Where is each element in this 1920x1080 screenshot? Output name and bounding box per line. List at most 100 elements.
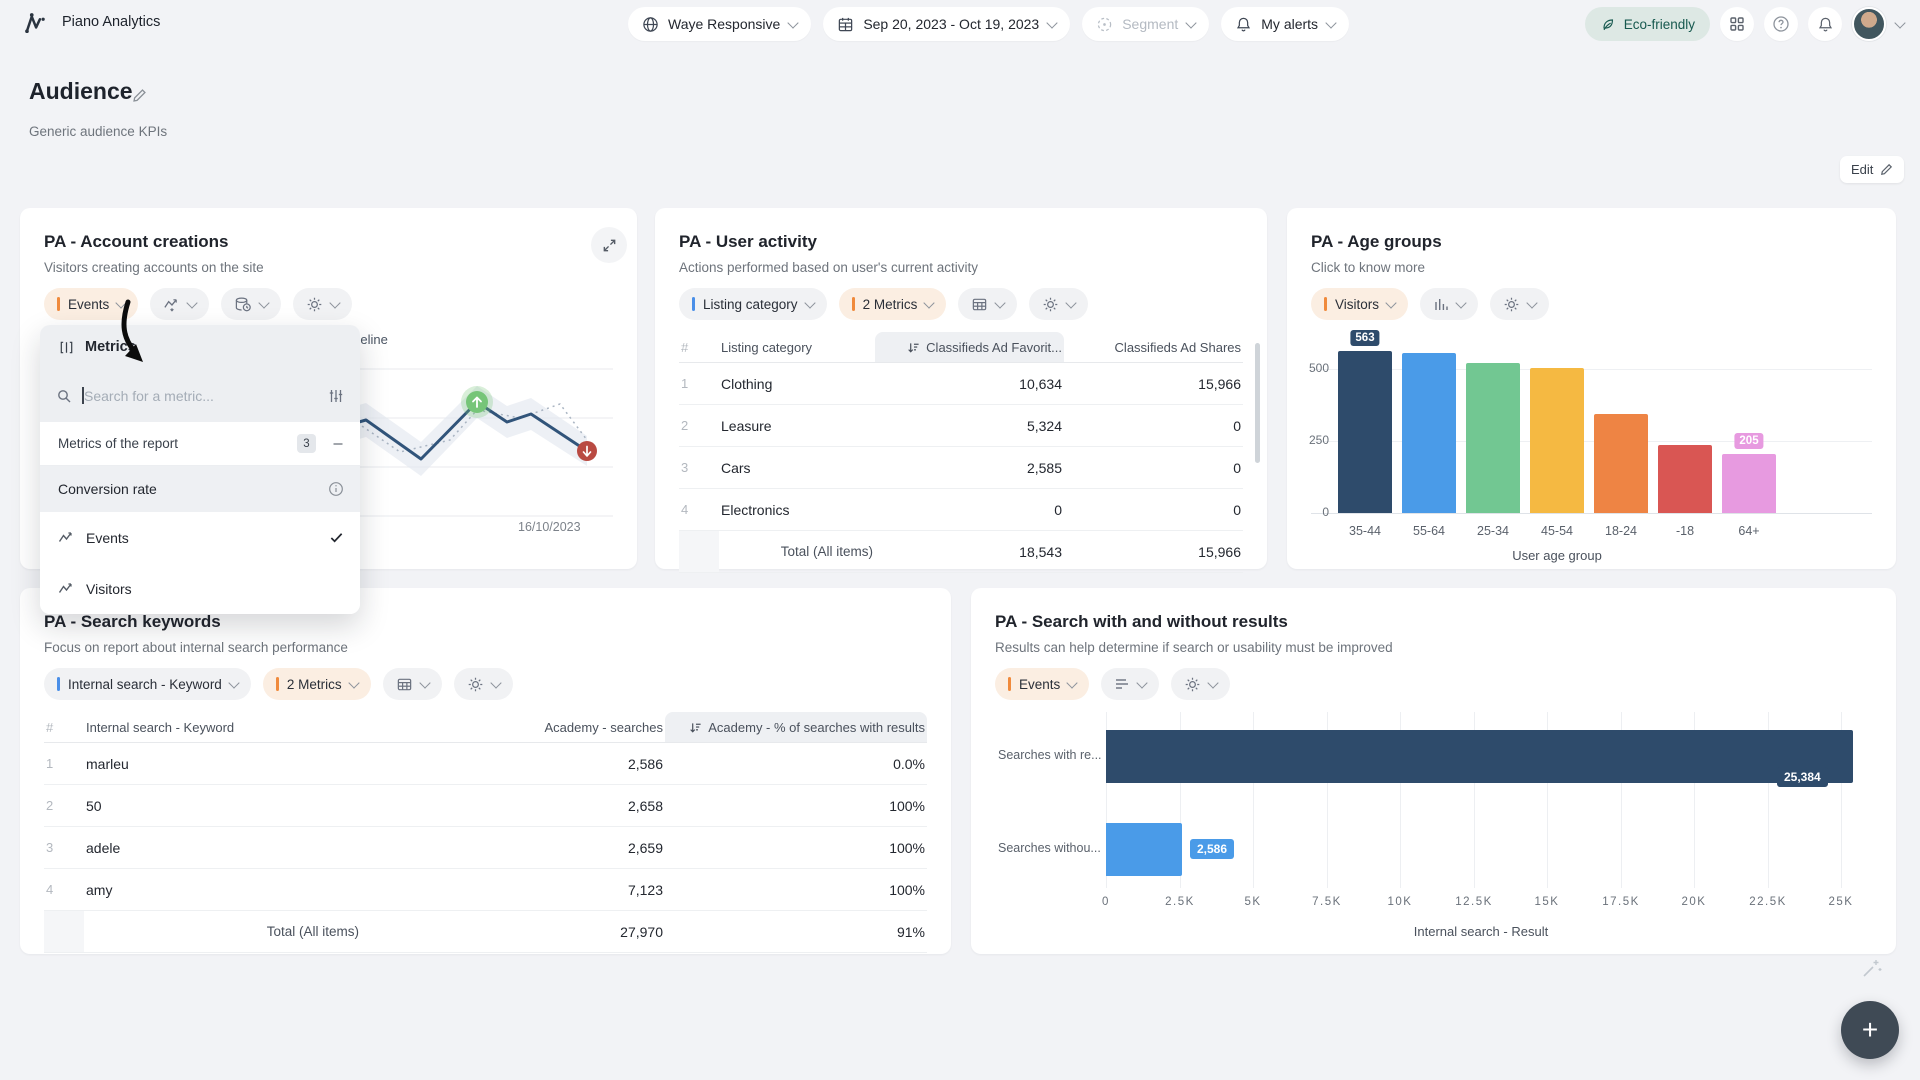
column-header-sorted[interactable]: Academy - % of searches with results (665, 712, 927, 742)
conversion-rate-group[interactable]: Conversion rate (40, 466, 360, 512)
check-icon (329, 530, 344, 545)
row-value: 100% (665, 798, 927, 814)
table-row[interactable]: 1 Clothing 10,634 15,966 (679, 363, 1243, 405)
total-label: Total (All items) (719, 544, 875, 559)
widget-settings-pill[interactable] (454, 668, 513, 700)
user-avatar[interactable] (1852, 7, 1886, 41)
metric-option-visitors[interactable]: Visitors (40, 563, 360, 614)
edit-dashboard-button[interactable]: Edit (1840, 156, 1904, 183)
metrics-selector-pill[interactable]: 2 Metrics (263, 668, 371, 700)
dimension-selector-pill[interactable]: Internal search - Keyword (44, 668, 251, 700)
column-header[interactable]: Academy - searches (361, 720, 665, 735)
x-tick-label: -18 (1658, 524, 1712, 538)
filter-sliders-icon[interactable] (328, 388, 344, 404)
vertical-scrollbar[interactable] (1255, 343, 1260, 463)
card-age-groups[interactable]: PA - Age groups Click to know more Visit… (1287, 208, 1896, 569)
bar-18-24[interactable] (1594, 414, 1648, 513)
metric-search-input[interactable] (82, 387, 318, 405)
site-selector[interactable]: Waye Responsive (628, 7, 811, 41)
chevron-down-icon (490, 677, 501, 688)
rename-dashboard-button[interactable] (127, 83, 151, 107)
bar-64+[interactable] (1722, 454, 1776, 513)
database-clock-icon (234, 296, 252, 313)
bar-35-44[interactable] (1338, 351, 1392, 513)
bar-value-chip: 2,586 (1190, 839, 1234, 859)
metric-selector-pill[interactable]: Events (995, 668, 1089, 700)
column-header-rank[interactable]: # (679, 340, 719, 355)
table-row[interactable]: 1 marleu 2,586 0.0% (44, 743, 927, 785)
row-value: 10,634 (875, 376, 1064, 392)
widget-settings-pill[interactable] (1029, 288, 1088, 320)
card-subtitle: Click to know more (1311, 260, 1425, 275)
widget-settings-pill[interactable] (1171, 668, 1230, 700)
table-row[interactable]: 4 amy 7,123 100% (44, 869, 927, 911)
chevron-down-icon (924, 297, 935, 308)
row-rank: 1 (679, 376, 719, 391)
eco-friendly-badge[interactable]: Eco-friendly (1585, 7, 1710, 41)
table-row[interactable]: 4 Electronics 0 0 (679, 489, 1243, 531)
metrics-dropdown: Metrics Metrics of the report 3 Conversi… (40, 325, 360, 614)
row-rank: 3 (44, 840, 84, 855)
site-selector-label: Waye Responsive (668, 16, 780, 32)
metric-search[interactable] (40, 369, 360, 422)
segment-selector[interactable]: Segment (1082, 7, 1209, 41)
display-type-pill[interactable] (383, 668, 442, 700)
my-alerts-label: My alerts (1261, 16, 1318, 32)
chart-type-pill[interactable] (150, 288, 209, 320)
help-button[interactable] (1764, 7, 1798, 41)
metric-color-bar (1324, 297, 1327, 311)
chevron-down-icon (1325, 17, 1336, 28)
date-range-picker[interactable]: Sep 20, 2023 - Oct 19, 2023 (823, 7, 1070, 41)
chevron-down-icon (995, 297, 1006, 308)
column-header[interactable]: Classifieds Ad Shares (1064, 340, 1243, 355)
target-icon (1096, 16, 1113, 33)
add-widget-fab[interactable]: + (1841, 1001, 1899, 1059)
x-tick-label: 45-54 (1530, 524, 1584, 538)
row-value: 5,324 (875, 418, 1064, 434)
widget-settings-pill[interactable] (1490, 288, 1549, 320)
chevron-down-icon (1385, 297, 1396, 308)
chevron-down-icon[interactable] (1894, 17, 1905, 28)
display-type-pill[interactable] (958, 288, 1017, 320)
magic-wand-icon[interactable] (1858, 956, 1884, 982)
row-dimension: Leasure (719, 418, 875, 434)
chart-type-pill[interactable] (1101, 668, 1159, 700)
apps-grid-button[interactable] (1720, 7, 1754, 41)
table-row[interactable]: 2 Leasure 5,324 0 (679, 405, 1243, 447)
card-user-activity: PA - User activity Actions performed bas… (655, 208, 1267, 569)
bar-25-34[interactable] (1466, 363, 1520, 513)
age-bar-col: 563 (1338, 348, 1392, 513)
metric-color-bar (852, 297, 855, 311)
bar-55-64[interactable] (1402, 353, 1456, 513)
row-value: 15,966 (1064, 376, 1243, 392)
notifications-button[interactable] (1808, 7, 1842, 41)
table-row[interactable]: 2 50 2,658 100% (44, 785, 927, 827)
my-alerts[interactable]: My alerts (1221, 7, 1349, 41)
column-header-dimension[interactable]: Internal search - Keyword (84, 720, 361, 735)
widget-settings-pill[interactable] (293, 288, 352, 320)
bar-Searches withou...[interactable] (1106, 823, 1182, 876)
expand-widget-button[interactable] (591, 227, 627, 263)
chart-type-pill[interactable] (1420, 288, 1478, 320)
dropdown-header-area: Metrics (40, 325, 360, 422)
chevron-down-icon (330, 297, 341, 308)
metric-option-events[interactable]: Events (40, 512, 360, 563)
bar-45-54[interactable] (1530, 368, 1584, 513)
chevron-down-icon (1067, 677, 1078, 688)
y-tick-label: 250 (1299, 433, 1329, 447)
widget-toolbar: Internal search - Keyword 2 Metrics (44, 668, 513, 700)
metric-selector-pill[interactable]: Visitors (1311, 288, 1408, 320)
table-row[interactable]: 3 adele 2,659 100% (44, 827, 927, 869)
dimension-selector-pill[interactable]: Listing category (679, 288, 827, 320)
metrics-selector-pill[interactable]: 2 Metrics (839, 288, 947, 320)
table-row[interactable]: 3 Cars 2,585 0 (679, 447, 1243, 489)
bar--18[interactable] (1658, 445, 1712, 513)
bar-Searches with re...[interactable] (1106, 730, 1853, 783)
metrics-of-report-section[interactable]: Metrics of the report 3 (40, 422, 360, 466)
column-header-dimension[interactable]: Listing category (719, 340, 875, 355)
column-header-sorted[interactable]: Classifieds Ad Favorit... (875, 332, 1064, 362)
card-title: PA - User activity (679, 232, 817, 252)
column-header-rank[interactable]: # (44, 720, 84, 735)
collapse-minus-icon[interactable] (332, 438, 344, 450)
data-period-pill[interactable] (221, 288, 281, 320)
